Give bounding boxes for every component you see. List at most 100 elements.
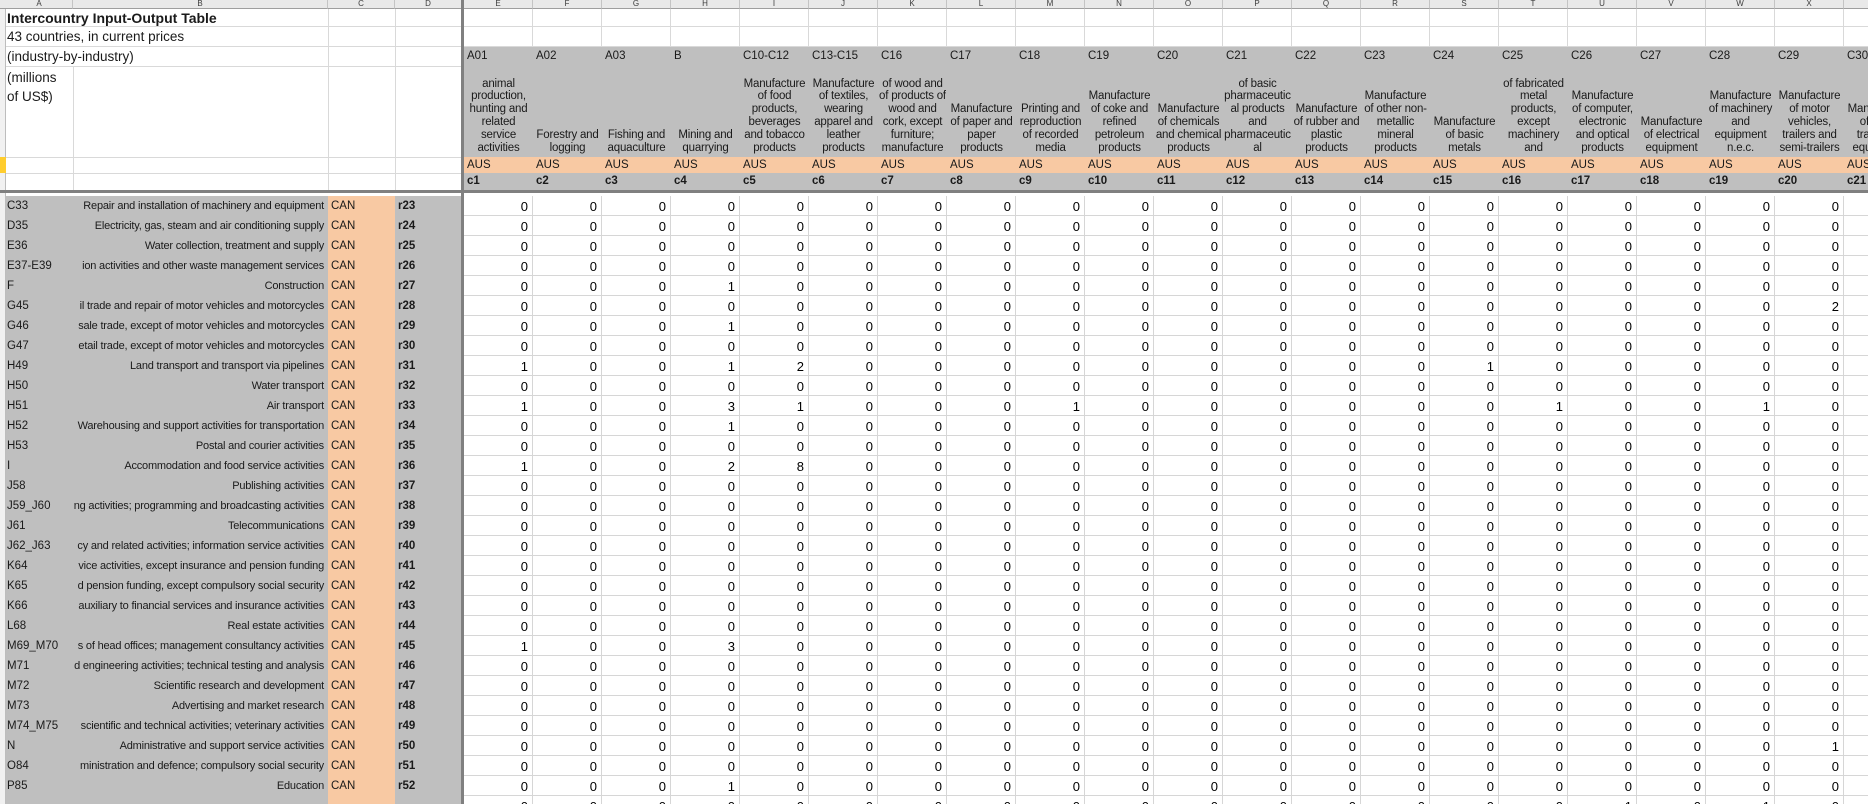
cell-r45-c19[interactable]: 0 — [1706, 636, 1775, 656]
cell-r52-c14[interactable]: 0 — [1361, 776, 1430, 796]
cell-r23-c4[interactable]: 0 — [671, 196, 740, 216]
cell-r34-c18[interactable]: 0 — [1637, 416, 1706, 436]
cell-r30-c6[interactable]: 0 — [809, 336, 878, 356]
row-code-cell[interactable]: r27 — [395, 276, 462, 296]
row-code-cell[interactable]: r26 — [395, 256, 462, 276]
cell-r35-c3[interactable]: 0 — [602, 436, 671, 456]
cell-r41-c16[interactable]: 0 — [1499, 556, 1568, 576]
cell-r49-c2[interactable]: 0 — [533, 716, 602, 736]
row-label-code[interactable]: D35 — [6, 216, 73, 236]
cell-r34-c3[interactable]: 0 — [602, 416, 671, 436]
row-country-cell[interactable]: CAN — [328, 516, 395, 536]
cell-r35-c18[interactable]: 0 — [1637, 436, 1706, 456]
cell-r52-c15[interactable]: 0 — [1430, 776, 1499, 796]
cell-r34-c13[interactable]: 0 — [1292, 416, 1361, 436]
cell-r37-c21[interactable] — [1844, 476, 1868, 496]
cell-r37-c3[interactable]: 0 — [602, 476, 671, 496]
country-cell-c5[interactable]: AUS — [740, 157, 809, 173]
cell-r36-c15[interactable]: 0 — [1430, 456, 1499, 476]
cell-r34-c1[interactable]: 0 — [464, 416, 533, 436]
country-cell-c11[interactable]: AUS — [1154, 157, 1223, 173]
cell-partial-c8[interactable]: 0 — [947, 796, 1016, 804]
cell-r36-c12[interactable]: 0 — [1223, 456, 1292, 476]
cell-r44-c6[interactable]: 0 — [809, 616, 878, 636]
row-code-cell[interactable]: r39 — [395, 516, 462, 536]
cell-r39-c7[interactable]: 0 — [878, 516, 947, 536]
country-cell-c14[interactable]: AUS — [1361, 157, 1430, 173]
cell-r32-c12[interactable]: 0 — [1223, 376, 1292, 396]
cell-r44-c2[interactable]: 0 — [533, 616, 602, 636]
cell-r39-c15[interactable]: 0 — [1430, 516, 1499, 536]
cell-r27-c6[interactable]: 0 — [809, 276, 878, 296]
cell-r27-c13[interactable]: 0 — [1292, 276, 1361, 296]
cell-r42-c17[interactable]: 0 — [1568, 576, 1637, 596]
cell-r26-c6[interactable]: 0 — [809, 256, 878, 276]
row-country-cell[interactable]: CAN — [328, 356, 395, 376]
row-country-cell[interactable]: CAN — [328, 596, 395, 616]
cell-r44-c4[interactable]: 0 — [671, 616, 740, 636]
row-code-cell[interactable]: r24 — [395, 216, 462, 236]
cell-r37-c20[interactable]: 0 — [1775, 476, 1844, 496]
cell-r38-c4[interactable]: 0 — [671, 496, 740, 516]
cell-r51-c16[interactable]: 0 — [1499, 756, 1568, 776]
row-label-name[interactable]: Advertising and market research — [73, 696, 328, 716]
country-cell-c18[interactable]: AUS — [1637, 157, 1706, 173]
cell-r36-c19[interactable]: 0 — [1706, 456, 1775, 476]
cell-r28-c12[interactable]: 0 — [1223, 296, 1292, 316]
cell-r25-c18[interactable]: 0 — [1637, 236, 1706, 256]
cell-r23-c9[interactable]: 0 — [1016, 196, 1085, 216]
cell-r50-c21[interactable] — [1844, 736, 1868, 756]
row-label-code[interactable]: H50 — [6, 376, 73, 396]
cell-r37-c19[interactable]: 0 — [1706, 476, 1775, 496]
column-letter-S[interactable]: S — [1430, 0, 1499, 9]
cell-r38-c6[interactable]: 0 — [809, 496, 878, 516]
cell-r36-c17[interactable]: 0 — [1568, 456, 1637, 476]
cell-r38-c18[interactable]: 0 — [1637, 496, 1706, 516]
column-letter-J[interactable]: J — [809, 0, 878, 9]
cell-r37-c14[interactable]: 0 — [1361, 476, 1430, 496]
column-letter-Q[interactable]: Q — [1292, 0, 1361, 9]
cell-r30-c15[interactable]: 0 — [1430, 336, 1499, 356]
cell-r52-c19[interactable]: 0 — [1706, 776, 1775, 796]
cell-partial-c2[interactable]: 0 — [533, 796, 602, 804]
cell-r52-c21[interactable] — [1844, 776, 1868, 796]
cell-r29-c2[interactable]: 0 — [533, 316, 602, 336]
cell-r50-c8[interactable]: 0 — [947, 736, 1016, 756]
cell-r49-c1[interactable]: 0 — [464, 716, 533, 736]
cell-r36-c13[interactable]: 0 — [1292, 456, 1361, 476]
cell-r47-c14[interactable]: 0 — [1361, 676, 1430, 696]
row-country-cell[interactable]: CAN — [328, 636, 395, 656]
row-label-name[interactable]: Water collection, treatment and supply — [73, 236, 328, 256]
cell-r35-c17[interactable]: 0 — [1568, 436, 1637, 456]
cell-r44-c12[interactable]: 0 — [1223, 616, 1292, 636]
cell-r29-c1[interactable]: 0 — [464, 316, 533, 336]
cell-r42-c5[interactable]: 0 — [740, 576, 809, 596]
row-code-cell[interactable]: r30 — [395, 336, 462, 356]
row-country-cell[interactable]: CAN — [328, 456, 395, 476]
cell-r31-c7[interactable]: 0 — [878, 356, 947, 376]
cell-r28-c15[interactable]: 0 — [1430, 296, 1499, 316]
cell-r24-c20[interactable]: 0 — [1775, 216, 1844, 236]
cell-r46-c21[interactable] — [1844, 656, 1868, 676]
cell-r51-c12[interactable]: 0 — [1223, 756, 1292, 776]
col-header-C16[interactable]: C16 of wood and of products of wood and c… — [878, 47, 947, 157]
row-code-cell[interactable]: r38 — [395, 496, 462, 516]
cell-r34-c10[interactable]: 0 — [1085, 416, 1154, 436]
column-letter-D[interactable]: D — [395, 0, 462, 9]
cell-r23-c20[interactable]: 0 — [1775, 196, 1844, 216]
column-letter-T[interactable]: T — [1499, 0, 1568, 9]
cell-r46-c1[interactable]: 0 — [464, 656, 533, 676]
cell-r33-c9[interactable]: 1 — [1016, 396, 1085, 416]
cell-r39-c18[interactable]: 0 — [1637, 516, 1706, 536]
row-label-code[interactable]: M74_M75 — [6, 716, 73, 736]
cell-partial-c17[interactable]: 1 — [1568, 796, 1637, 804]
cell-r44-c3[interactable]: 0 — [602, 616, 671, 636]
cell-r47-c13[interactable]: 0 — [1292, 676, 1361, 696]
cell-r51-c13[interactable]: 0 — [1292, 756, 1361, 776]
cell-r37-c1[interactable]: 0 — [464, 476, 533, 496]
cell-r41-c20[interactable]: 0 — [1775, 556, 1844, 576]
cell-r43-c20[interactable]: 0 — [1775, 596, 1844, 616]
cell-r49-c17[interactable]: 0 — [1568, 716, 1637, 736]
cell-r38-c12[interactable]: 0 — [1223, 496, 1292, 516]
cell-r28-c11[interactable]: 0 — [1154, 296, 1223, 316]
